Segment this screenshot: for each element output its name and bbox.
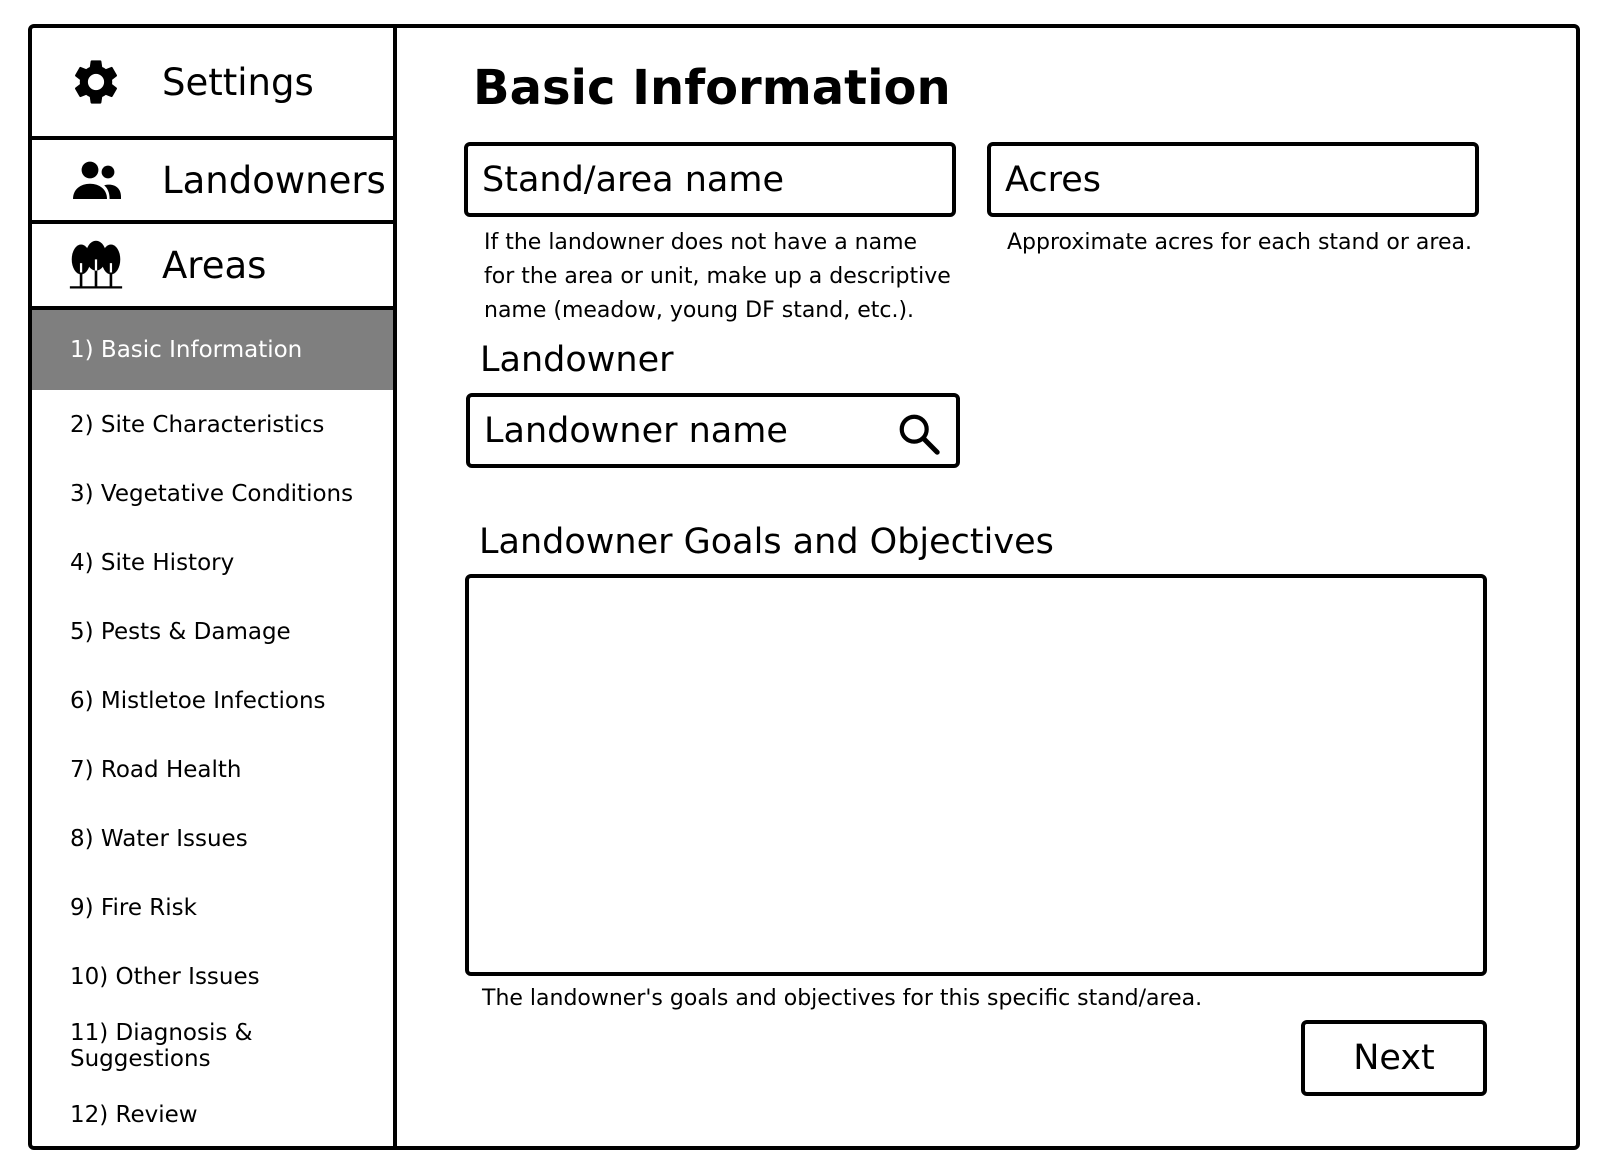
acres-placeholder: Acres <box>1005 159 1101 200</box>
nav-settings[interactable]: Settings <box>32 28 393 140</box>
landowner-label: Landowner <box>480 340 674 380</box>
step-pests-damage[interactable]: 5) Pests & Damage <box>32 597 393 666</box>
goals-label: Landowner Goals and Objectives <box>479 522 1054 562</box>
app-window: Settings Landowners Areas 1) Basic Infor… <box>28 24 1580 1150</box>
step-list: 1) Basic Information 2) Site Characteris… <box>32 310 393 1149</box>
step-basic-information[interactable]: 1) Basic Information <box>32 310 393 390</box>
step-diagnosis-suggestions[interactable]: 11) Diagnosis & Suggestions <box>32 1011 393 1080</box>
goals-help: The landowner's goals and objectives for… <box>482 986 1203 1011</box>
trees-icon <box>68 237 124 293</box>
step-vegetative-conditions[interactable]: 3) Vegetative Conditions <box>32 459 393 528</box>
step-water-issues[interactable]: 8) Water Issues <box>32 804 393 873</box>
nav-areas[interactable]: Areas <box>32 224 393 310</box>
acres-help: Approximate acres for each stand or area… <box>1007 230 1472 255</box>
nav-areas-label: Areas <box>162 243 267 287</box>
step-site-characteristics[interactable]: 2) Site Characteristics <box>32 390 393 459</box>
step-road-health[interactable]: 7) Road Health <box>32 735 393 804</box>
landowner-placeholder: Landowner name <box>484 410 788 451</box>
step-mistletoe-infections[interactable]: 6) Mistletoe Infections <box>32 666 393 735</box>
stand-name-placeholder: Stand/area name <box>482 159 785 200</box>
page-title: Basic Information <box>473 60 951 116</box>
landowner-search-input[interactable]: Landowner name <box>466 393 960 468</box>
main-panel: Basic Information Stand/area name If the… <box>397 28 1576 1146</box>
nav-settings-label: Settings <box>162 60 314 104</box>
nav-landowners-label: Landowners <box>162 158 386 202</box>
stand-name-input[interactable]: Stand/area name <box>464 142 956 217</box>
people-icon <box>68 152 124 208</box>
search-icon[interactable] <box>896 411 942 457</box>
step-other-issues[interactable]: 10) Other Issues <box>32 942 393 1011</box>
step-site-history[interactable]: 4) Site History <box>32 528 393 597</box>
step-review[interactable]: 12) Review <box>32 1080 393 1149</box>
gear-icon <box>68 54 124 110</box>
goals-textarea[interactable] <box>465 574 1487 976</box>
acres-input[interactable]: Acres <box>987 142 1479 217</box>
stand-name-help: If the landowner does not have a name fo… <box>484 230 951 323</box>
nav-landowners[interactable]: Landowners <box>32 140 393 224</box>
sidebar: Settings Landowners Areas 1) Basic Infor… <box>32 28 397 1146</box>
step-fire-risk[interactable]: 9) Fire Risk <box>32 873 393 942</box>
next-button[interactable]: Next <box>1301 1020 1487 1096</box>
